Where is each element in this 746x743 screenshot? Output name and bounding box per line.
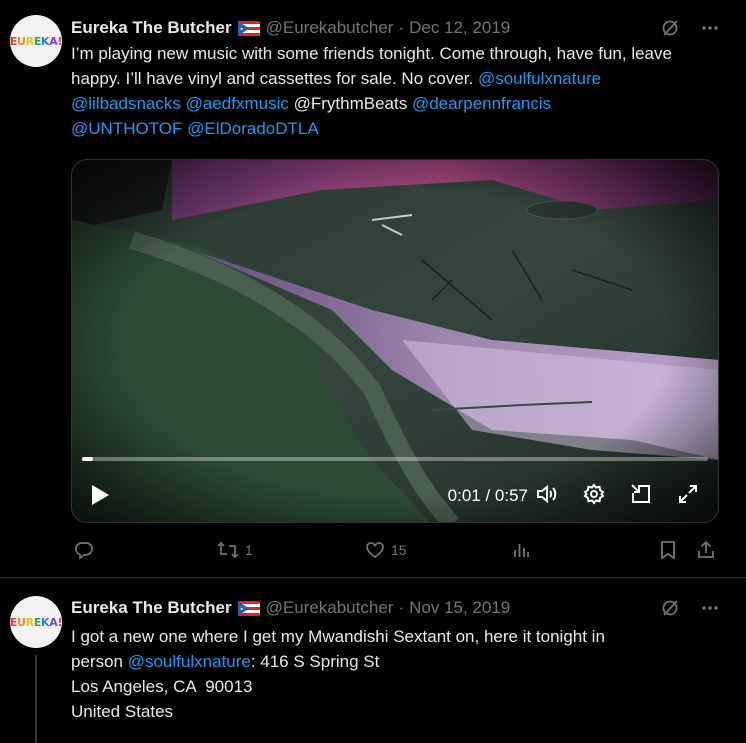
like-button[interactable]: 15 xyxy=(365,540,407,560)
mention-text: @FrythmBeats xyxy=(293,94,408,113)
volume-icon[interactable] xyxy=(535,482,559,506)
puerto-rico-flag-icon xyxy=(237,600,260,616)
video-progress-bar[interactable] xyxy=(82,457,708,461)
fullscreen-icon[interactable] xyxy=(676,482,700,506)
mention-link[interactable]: @soulfulxnature xyxy=(478,69,601,88)
video-time: 0:01 / 0:57 xyxy=(447,486,528,505)
share-icon xyxy=(696,540,716,560)
analytics-icon xyxy=(511,540,531,560)
tweet[interactable]: EUREKA! Eureka The Butcher @Eurekabutche… xyxy=(0,0,746,578)
handle[interactable]: @Eurekabutcher xyxy=(266,598,394,618)
video-player[interactable]: 0:01 / 0:57 xyxy=(71,159,719,523)
avatar[interactable]: EUREKA! xyxy=(10,15,62,67)
video-frame xyxy=(72,160,718,522)
reply-button[interactable] xyxy=(74,540,100,560)
repost-button[interactable]: 1 xyxy=(217,540,253,560)
mention-link[interactable]: @dearpennfrancis xyxy=(412,94,551,113)
heart-icon xyxy=(365,540,385,560)
tweet-header: Eureka The Butcher @Eurekabutcher · Dec … xyxy=(71,17,510,39)
mention-link[interactable]: @ElDoradoDTLA xyxy=(187,119,319,138)
repost-icon xyxy=(217,540,239,560)
tweet-text: I got a new one where I get my Mwandishi… xyxy=(71,627,605,721)
timestamp[interactable]: Nov 15, 2019 xyxy=(409,598,510,618)
share-button[interactable] xyxy=(696,540,716,560)
display-name[interactable]: Eureka The Butcher xyxy=(71,598,232,618)
timestamp[interactable]: Dec 12, 2019 xyxy=(409,18,510,38)
display-name[interactable]: Eureka The Butcher xyxy=(71,18,232,38)
avatar-logo: EUREKA! xyxy=(10,34,62,48)
more-icon[interactable] xyxy=(700,18,720,38)
video-progress-fill xyxy=(82,457,93,461)
grok-icon[interactable] xyxy=(660,598,680,618)
tweet[interactable]: EUREKA! Eureka The Butcher @Eurekabutche… xyxy=(0,579,746,743)
avatar[interactable]: EUREKA! xyxy=(10,596,62,648)
repost-count: 1 xyxy=(245,542,253,558)
play-icon[interactable] xyxy=(90,484,110,506)
tweet-text: I’m playing new music with some friends … xyxy=(71,44,677,138)
header-actions xyxy=(660,18,720,38)
picture-in-picture-icon[interactable] xyxy=(629,482,653,506)
bookmark-button[interactable] xyxy=(659,540,677,560)
bookmark-icon xyxy=(659,540,677,560)
reply-icon xyxy=(74,540,94,560)
puerto-rico-flag-icon xyxy=(237,20,260,36)
settings-icon[interactable] xyxy=(582,482,606,506)
avatar-logo: EUREKA! xyxy=(10,615,62,629)
mention-link[interactable]: @aedfxmusic xyxy=(186,94,289,113)
tweet-header: Eureka The Butcher @Eurekabutcher · Nov … xyxy=(71,597,510,619)
separator: · xyxy=(398,18,405,37)
grok-icon[interactable] xyxy=(660,18,680,38)
tweet-actions: 1 15 xyxy=(71,540,719,564)
separator: · xyxy=(398,598,405,617)
views-button[interactable] xyxy=(511,540,531,560)
mention-link[interactable]: @soulfulxnature xyxy=(128,652,251,671)
handle[interactable]: @Eurekabutcher xyxy=(266,18,394,38)
mention-link[interactable]: @UNTHOTOF xyxy=(71,119,182,138)
like-count: 15 xyxy=(391,542,407,558)
header-actions xyxy=(660,598,720,618)
more-icon[interactable] xyxy=(700,598,720,618)
video-controls: 0:01 / 0:57 xyxy=(72,478,718,514)
mention-link[interactable]: @lilbadsnacks xyxy=(71,94,181,113)
thread-line xyxy=(35,655,37,743)
